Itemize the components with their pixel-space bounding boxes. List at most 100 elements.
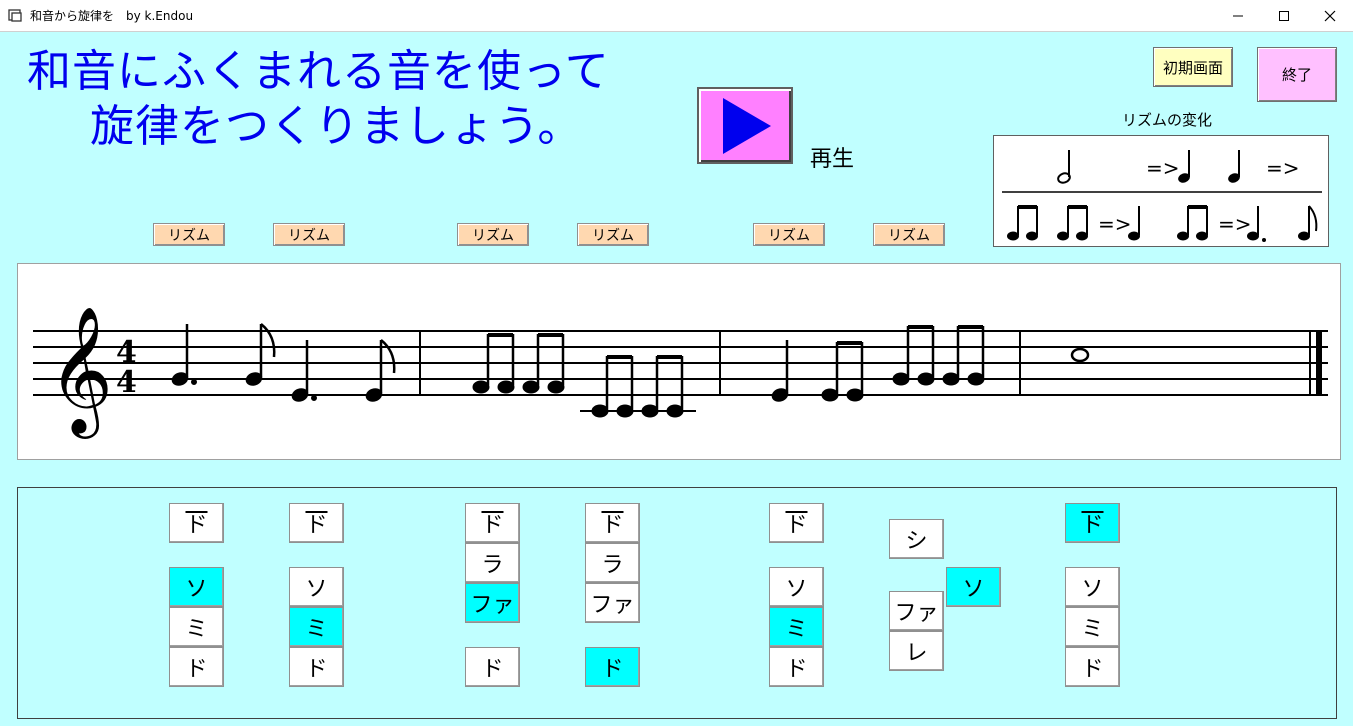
note-button-5-1[interactable]: ド: [769, 503, 824, 543]
eighth-pair-icon: [1007, 205, 1038, 241]
maximize-icon: [1279, 10, 1289, 21]
note-label: ミ: [305, 617, 328, 642]
note-button-4-3[interactable]: ファ: [585, 583, 640, 623]
note-label: ソ: [305, 577, 328, 602]
note-button-5-4[interactable]: ド: [769, 647, 824, 687]
play-button[interactable]: [697, 87, 793, 164]
eighth-note: [245, 323, 276, 386]
play-icon: [723, 97, 771, 154]
note-button-1-3[interactable]: ミ: [169, 607, 224, 647]
note-label: シ: [905, 529, 928, 554]
note-button-2-3[interactable]: ミ: [289, 607, 344, 647]
dotted-quarter-note: [291, 340, 317, 402]
dotted-quarter-note: [171, 324, 197, 386]
eighth-pair: [821, 341, 864, 402]
note-button-7-3[interactable]: ミ: [1065, 607, 1120, 647]
end-button[interactable]: 終了: [1257, 47, 1337, 102]
note-label: ド: [1081, 657, 1104, 682]
note-button-4-2[interactable]: ラ: [585, 543, 640, 583]
heading-line-1: 和音にふくまれる音を使って: [27, 46, 610, 97]
note-label: ラ: [481, 553, 504, 578]
sixteenth-group: [580, 355, 696, 418]
note-button-6-4[interactable]: レ: [889, 631, 944, 671]
sixteenth-group: [892, 325, 985, 386]
close-icon: [1324, 10, 1336, 21]
rhythm-button-5[interactable]: リズム: [753, 223, 825, 246]
note-button-2-2[interactable]: ソ: [289, 567, 344, 607]
note-button-5-2[interactable]: ソ: [769, 567, 824, 607]
rhythm-arrow: =>: [1266, 156, 1300, 180]
note-button-7-2[interactable]: ソ: [1065, 567, 1120, 607]
eighth-note: [365, 339, 396, 402]
note-label: ソ: [185, 577, 208, 602]
note-button-2-1[interactable]: ド: [289, 503, 344, 543]
title-bar: 和音から旋律を by k.Endou: [0, 0, 1353, 32]
note-label: ラ: [601, 553, 624, 578]
treble-clef-icon: 𝄞: [48, 305, 113, 439]
note-label: ド: [185, 513, 208, 538]
note-button-6-3[interactable]: ファ: [889, 591, 944, 631]
note-button-1-1[interactable]: ド: [169, 503, 224, 543]
rhythm-button-1[interactable]: リズム: [153, 223, 225, 246]
note-button-7-1[interactable]: ド: [1065, 503, 1120, 543]
note-label: ド: [481, 513, 504, 538]
note-button-1-2[interactable]: ソ: [169, 567, 224, 607]
heading-line-2: 旋律をつくりましょう。: [90, 101, 583, 152]
rhythm-button-4[interactable]: リズム: [577, 223, 649, 246]
note-button-4-4[interactable]: ド: [585, 647, 640, 687]
rhythm-change-title: リズムの変化: [1122, 111, 1213, 129]
note-button-6-1[interactable]: シ: [889, 519, 944, 559]
note-button-2-4[interactable]: ド: [289, 647, 344, 687]
note-label: レ: [905, 641, 928, 666]
whole-note: [1070, 347, 1090, 363]
note-label: ファ: [470, 593, 515, 618]
maximize-button[interactable]: [1261, 0, 1307, 31]
note-label: ド: [785, 513, 808, 538]
window-title: 和音から旋律を by k.Endou: [30, 9, 194, 23]
note-label: ミ: [1081, 617, 1104, 642]
note-label: ソ: [962, 577, 985, 602]
note-button-7-4[interactable]: ド: [1065, 647, 1120, 687]
note-button-3-3[interactable]: ファ: [465, 583, 520, 623]
initial-screen-button[interactable]: 初期画面: [1153, 47, 1233, 87]
note-button-3-2[interactable]: ラ: [465, 543, 520, 583]
note-label: ド: [1081, 513, 1104, 538]
minimize-icon: [1233, 15, 1243, 16]
note-button-4-1[interactable]: ド: [585, 503, 640, 543]
rhythm-arrow: =>: [1146, 156, 1180, 180]
eighth-pair-icon: [1057, 205, 1088, 241]
half-note-icon: [1057, 150, 1071, 184]
note-button-3-1[interactable]: ド: [465, 503, 520, 543]
minimize-button[interactable]: [1215, 0, 1261, 31]
rhythm-button-6[interactable]: リズム: [873, 223, 945, 246]
note-button-3-4[interactable]: ド: [465, 647, 520, 687]
note-label: ド: [305, 513, 328, 538]
rhythm-arrow: =>: [1098, 212, 1132, 236]
rhythm-legend-notes: [1002, 150, 1322, 242]
note-label: ド: [601, 657, 624, 682]
rhythm-button-3[interactable]: リズム: [457, 223, 529, 246]
note-label: ファ: [590, 593, 635, 618]
quarter-note: [771, 340, 789, 402]
note-button-1-4[interactable]: ド: [169, 647, 224, 687]
note-label: ファ: [894, 601, 939, 626]
note-button-5-3[interactable]: ミ: [769, 607, 824, 647]
note-button-6-2[interactable]: ソ: [946, 567, 1001, 607]
quarter-note-icon: [1228, 150, 1240, 183]
note-label: ソ: [785, 577, 808, 602]
note-label: ソ: [1081, 577, 1104, 602]
note-label: ド: [785, 657, 808, 682]
rhythm-arrow: =>: [1218, 212, 1252, 236]
sixteenth-note-icon: [1298, 205, 1318, 241]
note-label: ミ: [785, 617, 808, 642]
note-label: ド: [601, 513, 624, 538]
app-icon: [8, 9, 22, 22]
close-button[interactable]: [1307, 0, 1353, 31]
note-label: ド: [305, 657, 328, 682]
eighth-pair-icon: [1177, 205, 1208, 241]
score-area: 𝄞 4 4: [17, 263, 1341, 460]
music-staff: 𝄞 4 4: [33, 305, 1328, 439]
note-label: ド: [481, 657, 504, 682]
rhythm-change-box: => => => =>: [993, 135, 1329, 247]
rhythm-button-2[interactable]: リズム: [273, 223, 345, 246]
